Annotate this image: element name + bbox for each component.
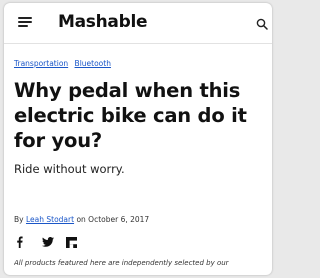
article-subheadline: Ride without worry. xyxy=(14,162,125,176)
article-tags: Transportation Bluetooth xyxy=(14,59,115,68)
publish-date: on October 6, 2017 xyxy=(76,215,150,224)
site-logo[interactable]: Mashable xyxy=(58,12,148,32)
article-card: Mashable Transportation Bluetooth Why pe… xyxy=(4,3,272,275)
byline-prefix: By xyxy=(14,215,24,224)
byline: By Leah Stodart on October 6, 2017 xyxy=(14,215,149,224)
tag-bluetooth[interactable]: Bluetooth xyxy=(75,59,111,68)
author-link[interactable]: Leah Stodart xyxy=(26,215,74,224)
article-headline: Why pedal when this electric bike can do… xyxy=(14,79,247,152)
hamburger-menu-icon[interactable] xyxy=(18,16,32,28)
facebook-icon[interactable] xyxy=(16,236,23,248)
affiliate-disclaimer: All products featured here are independe… xyxy=(14,259,229,267)
twitter-icon[interactable] xyxy=(42,236,54,248)
search-icon[interactable] xyxy=(256,15,268,30)
flipboard-icon[interactable] xyxy=(66,236,77,248)
top-navigation-bar: Mashable xyxy=(4,3,272,44)
tag-transportation[interactable]: Transportation xyxy=(14,59,68,68)
